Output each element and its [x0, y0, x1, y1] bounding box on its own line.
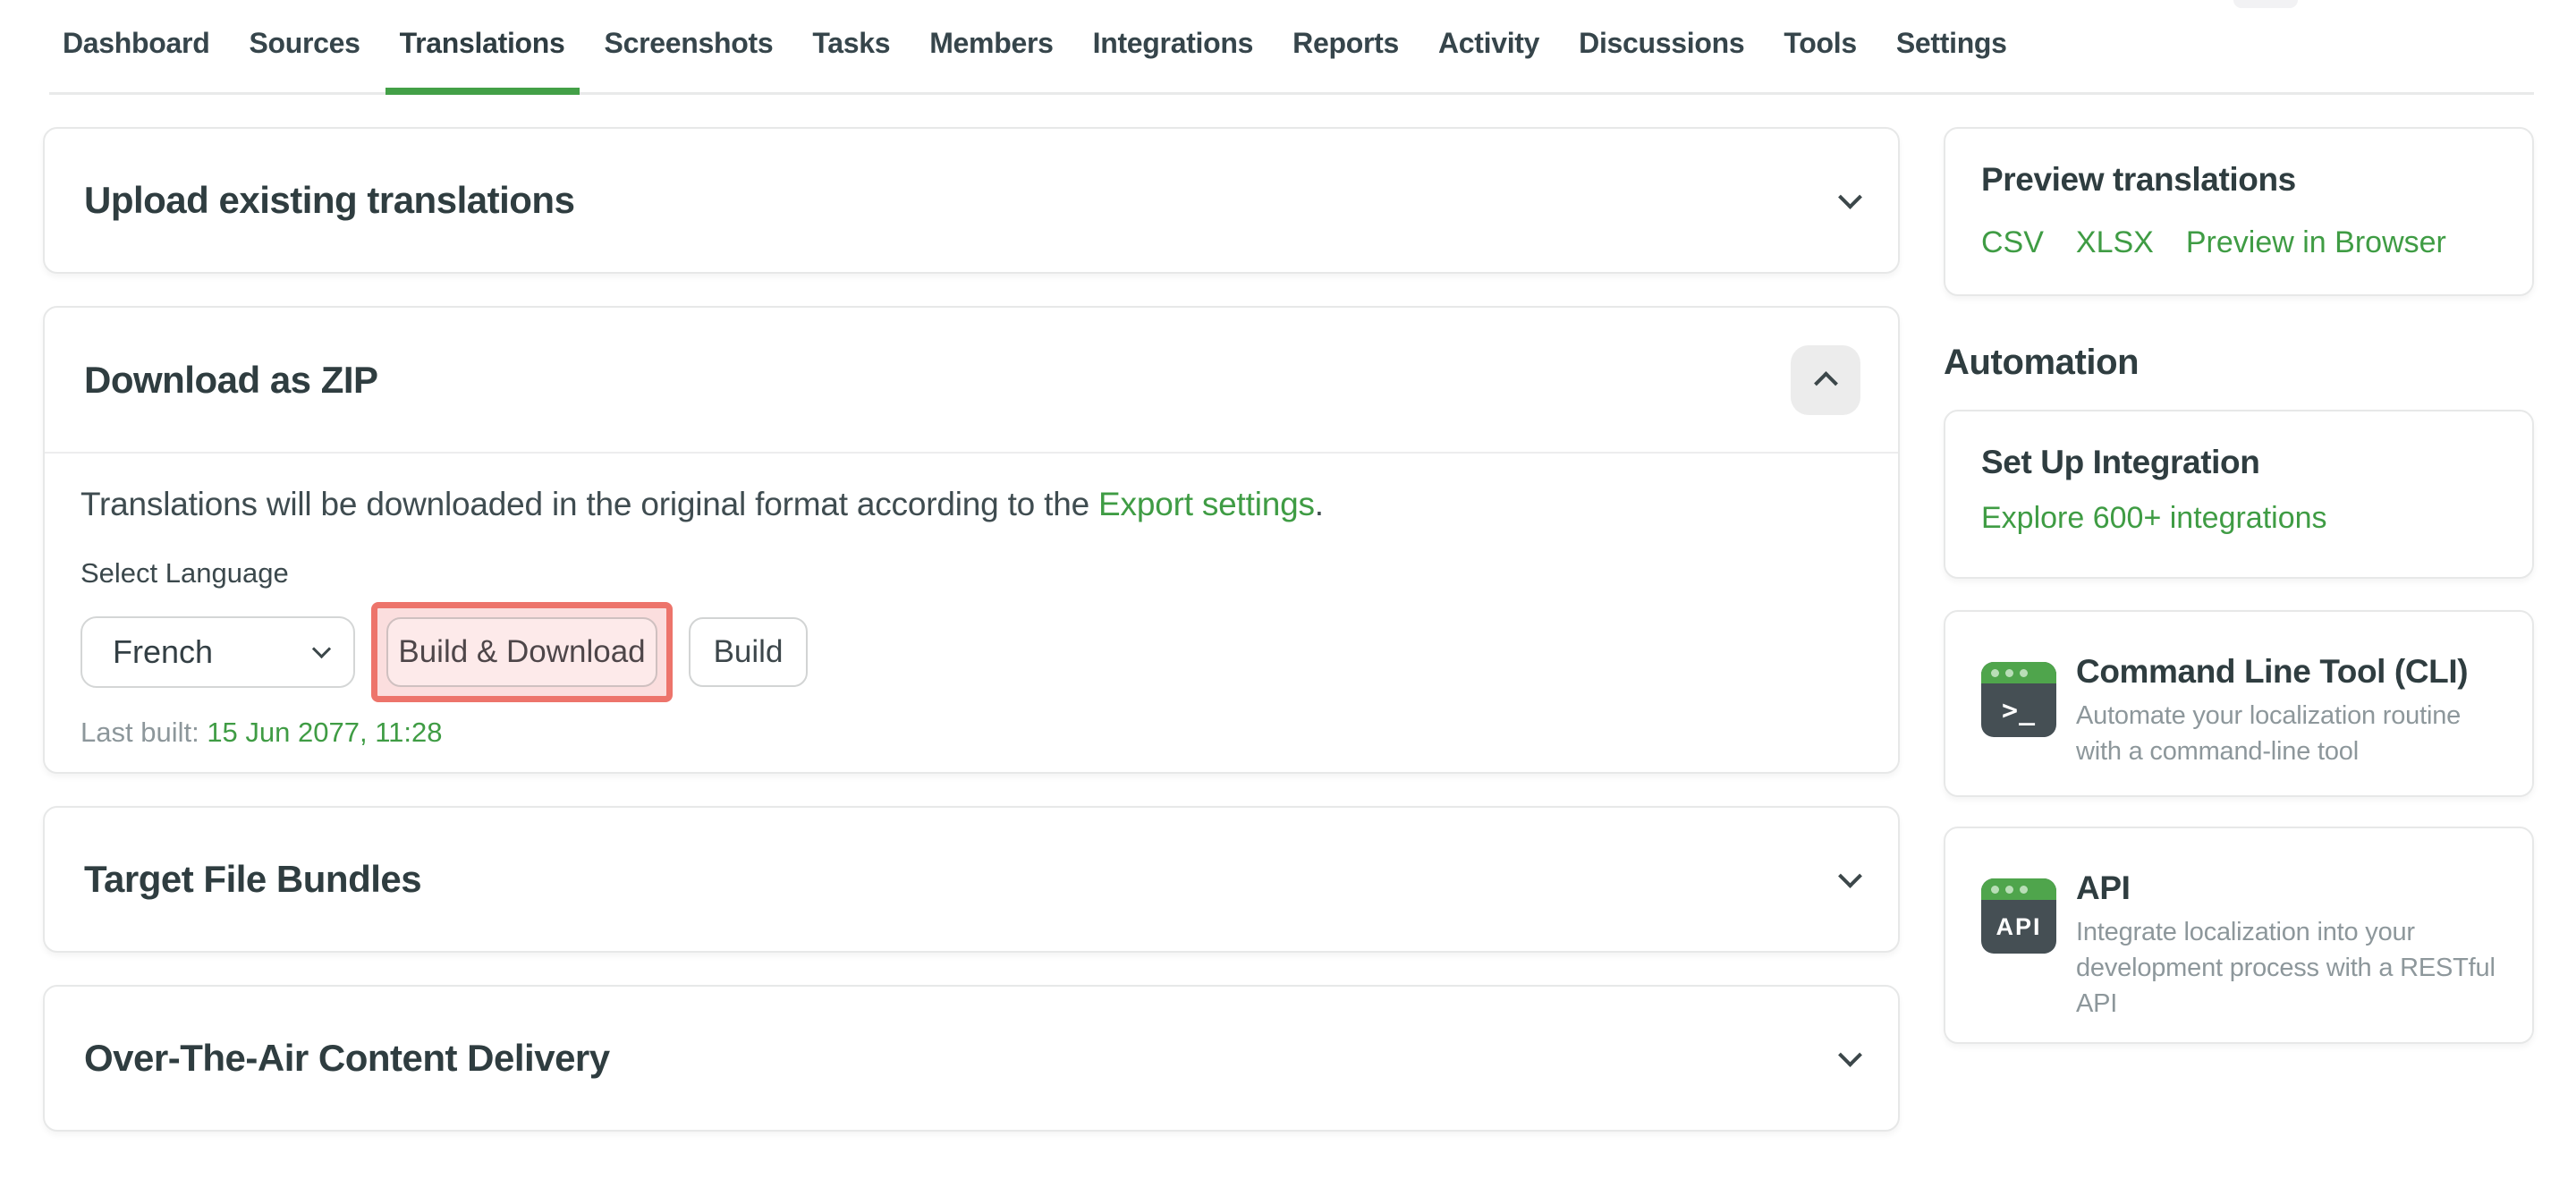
terminal-titlebar [1981, 878, 2056, 900]
explore-integrations-link[interactable]: Explore 600+ integrations [1981, 501, 2327, 536]
language-select[interactable]: French [80, 616, 355, 688]
upload-card-title: Upload existing translations [84, 179, 574, 222]
main-column: Upload existing translations Download as… [43, 127, 1900, 1132]
chevron-up-icon [1814, 371, 1838, 395]
terminal-cli-icon: >_ [1981, 662, 2056, 737]
download-card-header: Download as ZIP [45, 308, 1898, 454]
nav-item-tasks[interactable]: Tasks [812, 27, 890, 92]
terminal-prompt-glyph: >_ [1981, 683, 2056, 737]
nav-item-screenshots[interactable]: Screenshots [605, 27, 774, 92]
preview-in-browser-link[interactable]: Preview in Browser [2186, 225, 2446, 260]
download-as-zip-card: Download as ZIP Translations will be dow… [43, 306, 1900, 774]
collapse-button[interactable] [1791, 345, 1860, 415]
xlsx-link[interactable]: XLSX [2076, 225, 2154, 260]
terminal-dot-icon [1991, 886, 1999, 894]
nav-item-tools[interactable]: Tools [1784, 27, 1856, 92]
api-card-text: API Integrate localization into your dev… [2076, 869, 2496, 1042]
target-file-bundles-card[interactable]: Target File Bundles [43, 806, 1900, 953]
language-select-value: French [113, 633, 213, 671]
cli-tool-description: Automate your localization routine with … [2076, 698, 2468, 769]
build-controls-row: French Build & Download Build [80, 602, 1859, 702]
chevron-down-icon [1838, 185, 1862, 209]
csv-link[interactable]: CSV [1981, 225, 2044, 260]
nav-list: Dashboard Sources Translations Screensho… [63, 27, 2007, 92]
set-up-integration-card: Set Up Integration Explore 600+ integrat… [1944, 410, 2534, 579]
nav-item-discussions[interactable]: Discussions [1579, 27, 1744, 92]
nav-item-translations[interactable]: Translations [400, 27, 565, 92]
build-button[interactable]: Build [689, 617, 808, 687]
cutoff-toolbar-fragment [2233, 0, 2298, 8]
ota-content-delivery-card[interactable]: Over-The-Air Content Delivery [43, 985, 1900, 1132]
annotation-highlight-box: Build & Download [371, 602, 673, 702]
cli-tool-title: Command Line Tool (CLI) [2076, 653, 2468, 691]
nav-item-dashboard[interactable]: Dashboard [63, 27, 209, 92]
api-card-title: API [2076, 869, 2496, 907]
download-card-body: Translations will be downloaded in the o… [45, 454, 1898, 749]
automation-heading: Automation [1944, 343, 2534, 383]
ota-card-title: Over-The-Air Content Delivery [84, 1037, 610, 1080]
chevron-down-icon [312, 639, 331, 657]
api-glyph: API [1981, 900, 2056, 954]
export-settings-link[interactable]: Export settings [1098, 486, 1315, 522]
terminal-dot-icon [2005, 669, 2013, 677]
preview-translations-title: Preview translations [1981, 161, 2496, 199]
nav-item-integrations[interactable]: Integrations [1093, 27, 1254, 92]
upload-existing-translations-card[interactable]: Upload existing translations [43, 127, 1900, 274]
terminal-dot-icon [2020, 669, 2028, 677]
terminal-dot-icon [2005, 886, 2013, 894]
project-nav: Dashboard Sources Translations Screensho… [49, 0, 2534, 95]
last-built-value: 15 Jun 2077, 11:28 [207, 717, 442, 748]
description-period: . [1315, 486, 1324, 522]
terminal-dot-icon [1991, 669, 1999, 677]
api-card-description: Integrate localization into your develop… [2076, 914, 2496, 1022]
nav-item-settings[interactable]: Settings [1896, 27, 2007, 92]
download-description: Translations will be downloaded in the o… [80, 486, 1859, 523]
terminal-dot-icon [2020, 886, 2028, 894]
api-card[interactable]: API API Integrate localization into your… [1944, 827, 2534, 1044]
chevron-down-icon [1838, 1043, 1862, 1067]
nav-item-members[interactable]: Members [929, 27, 1053, 92]
sidebar: Preview translations CSV XLSX Preview in… [1944, 127, 2534, 1044]
page-content: Upload existing translations Download as… [43, 127, 2534, 1132]
preview-links-row: CSV XLSX Preview in Browser [1981, 225, 2496, 260]
nav-item-reports[interactable]: Reports [1292, 27, 1399, 92]
description-text: Translations will be downloaded in the o… [80, 486, 1098, 522]
last-built-label: Last built: [80, 717, 207, 748]
download-card-title: Download as ZIP [84, 359, 378, 402]
select-language-label: Select Language [80, 557, 1859, 590]
build-and-download-button[interactable]: Build & Download [386, 617, 657, 687]
nav-item-activity[interactable]: Activity [1438, 27, 1539, 92]
cli-tool-card[interactable]: >_ Command Line Tool (CLI) Automate your… [1944, 610, 2534, 797]
bundles-card-title: Target File Bundles [84, 858, 421, 901]
terminal-titlebar [1981, 662, 2056, 683]
preview-translations-card: Preview translations CSV XLSX Preview in… [1944, 127, 2534, 296]
set-up-integration-title: Set Up Integration [1981, 444, 2496, 481]
last-built-status: Last built: 15 Jun 2077, 11:28 [80, 717, 1859, 749]
chevron-down-icon [1838, 864, 1862, 888]
cli-tool-text: Command Line Tool (CLI) Automate your lo… [2076, 653, 2468, 795]
terminal-api-icon: API [1981, 878, 2056, 954]
nav-item-sources[interactable]: Sources [249, 27, 360, 92]
